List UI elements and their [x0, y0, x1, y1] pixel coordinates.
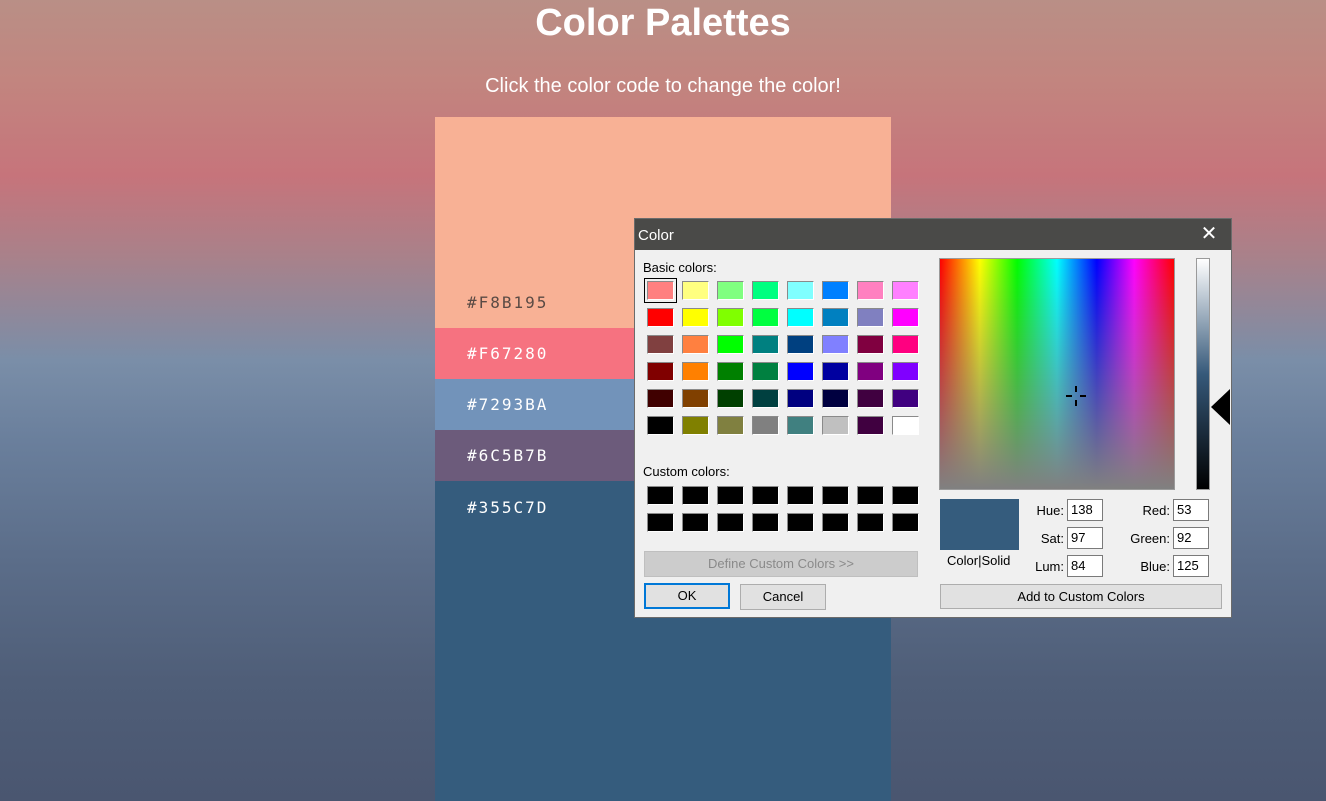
- color-code-3[interactable]: #7293BA: [467, 395, 548, 414]
- custom-color-cell[interactable]: [892, 486, 919, 505]
- custom-color-cell[interactable]: [857, 513, 884, 532]
- custom-color-cell[interactable]: [647, 486, 674, 505]
- color-code-2[interactable]: #F67280: [467, 344, 548, 363]
- basic-color-cell[interactable]: [752, 281, 779, 300]
- page-subtitle: Click the color code to change the color…: [485, 75, 841, 97]
- basic-color-cell[interactable]: [682, 362, 709, 381]
- basic-color-cell[interactable]: [787, 281, 814, 300]
- lum-input[interactable]: 84: [1067, 555, 1103, 577]
- custom-color-cell[interactable]: [822, 513, 849, 532]
- basic-color-cell[interactable]: [822, 281, 849, 300]
- basic-color-cell[interactable]: [647, 335, 674, 354]
- basic-color-cell[interactable]: [752, 389, 779, 408]
- basic-color-cell[interactable]: [647, 389, 674, 408]
- dialog-titlebar[interactable]: Color ✕: [635, 219, 1231, 250]
- basic-color-cell[interactable]: [752, 308, 779, 327]
- luminance-arrow-icon[interactable]: [1211, 389, 1230, 425]
- basic-color-cell[interactable]: [822, 416, 849, 435]
- basic-color-cell[interactable]: [787, 362, 814, 381]
- blue-label: Blue:: [1140, 559, 1170, 574]
- basic-color-cell[interactable]: [682, 416, 709, 435]
- custom-color-cell[interactable]: [647, 513, 674, 532]
- close-icon[interactable]: ✕: [1187, 219, 1231, 250]
- sat-input[interactable]: 97: [1067, 527, 1103, 549]
- custom-color-cell[interactable]: [892, 513, 919, 532]
- custom-color-cell[interactable]: [682, 486, 709, 505]
- cancel-button[interactable]: Cancel: [740, 584, 826, 610]
- basic-color-cell[interactable]: [892, 416, 919, 435]
- basic-color-cell[interactable]: [857, 335, 884, 354]
- basic-color-cell[interactable]: [682, 308, 709, 327]
- basic-color-cell[interactable]: [717, 335, 744, 354]
- basic-color-cell[interactable]: [682, 281, 709, 300]
- red-label: Red:: [1142, 503, 1170, 518]
- basic-color-cell[interactable]: [857, 362, 884, 381]
- basic-colors-label: Basic colors:: [643, 260, 717, 275]
- custom-color-cell[interactable]: [682, 513, 709, 532]
- basic-color-cell[interactable]: [717, 362, 744, 381]
- basic-color-cell[interactable]: [717, 416, 744, 435]
- color-code-1[interactable]: #F8B195: [467, 293, 548, 312]
- basic-color-cell[interactable]: [787, 416, 814, 435]
- lum-label: Lum:: [1035, 559, 1064, 574]
- dialog-title: Color: [638, 227, 674, 244]
- color-preview: [940, 499, 1019, 550]
- basic-color-cell[interactable]: [892, 308, 919, 327]
- custom-color-cell[interactable]: [717, 513, 744, 532]
- basic-color-cell[interactable]: [857, 416, 884, 435]
- basic-color-cell[interactable]: [857, 308, 884, 327]
- basic-color-cell[interactable]: [787, 389, 814, 408]
- basic-color-cell[interactable]: [892, 335, 919, 354]
- basic-color-cell[interactable]: [822, 335, 849, 354]
- basic-color-cell[interactable]: [822, 362, 849, 381]
- custom-color-cell[interactable]: [822, 486, 849, 505]
- basic-color-cell[interactable]: [682, 389, 709, 408]
- custom-color-cell[interactable]: [857, 486, 884, 505]
- basic-color-cell[interactable]: [857, 389, 884, 408]
- basic-color-cell[interactable]: [717, 308, 744, 327]
- custom-color-cell[interactable]: [787, 513, 814, 532]
- green-input[interactable]: 92: [1173, 527, 1209, 549]
- basic-color-cell[interactable]: [647, 416, 674, 435]
- basic-color-cell[interactable]: [717, 389, 744, 408]
- basic-color-cell[interactable]: [822, 308, 849, 327]
- define-custom-colors-button[interactable]: Define Custom Colors >>: [644, 551, 918, 577]
- basic-color-cell[interactable]: [682, 335, 709, 354]
- basic-color-cell[interactable]: [752, 335, 779, 354]
- basic-color-cell[interactable]: [752, 362, 779, 381]
- blue-input[interactable]: 125: [1173, 555, 1209, 577]
- add-to-custom-colors-button[interactable]: Add to Custom Colors: [940, 584, 1222, 609]
- basic-color-cell[interactable]: [647, 308, 674, 327]
- sat-label: Sat:: [1040, 531, 1064, 546]
- hue-label: Hue:: [1036, 503, 1064, 518]
- basic-color-cell[interactable]: [647, 362, 674, 381]
- basic-color-cell[interactable]: [787, 308, 814, 327]
- red-input[interactable]: 53: [1173, 499, 1209, 521]
- custom-color-cell[interactable]: [752, 486, 779, 505]
- custom-color-cell[interactable]: [787, 486, 814, 505]
- color-dialog: Color ✕ Basic colors: Custom colors: Def…: [634, 218, 1232, 618]
- basic-color-cell[interactable]: [752, 416, 779, 435]
- basic-color-cell[interactable]: [857, 281, 884, 300]
- color-solid-label: Color|Solid: [947, 553, 1011, 568]
- spectrum-crosshair-icon[interactable]: [1066, 386, 1086, 406]
- custom-colors-label: Custom colors:: [643, 464, 730, 479]
- basic-color-cell[interactable]: [892, 389, 919, 408]
- color-code-4[interactable]: #6C5B7B: [467, 446, 548, 465]
- basic-color-cell[interactable]: [787, 335, 814, 354]
- basic-color-cell[interactable]: [644, 278, 677, 303]
- custom-color-cell[interactable]: [717, 486, 744, 505]
- basic-color-cell[interactable]: [892, 362, 919, 381]
- basic-color-cell[interactable]: [717, 281, 744, 300]
- custom-color-cell[interactable]: [752, 513, 779, 532]
- green-label: Green:: [1130, 531, 1170, 546]
- color-code-5[interactable]: #355C7D: [467, 498, 548, 517]
- ok-button[interactable]: OK: [644, 583, 730, 609]
- luminance-slider[interactable]: [1196, 258, 1210, 490]
- basic-color-cell[interactable]: [892, 281, 919, 300]
- page-title: Color Palettes: [535, 2, 791, 44]
- basic-color-cell[interactable]: [822, 389, 849, 408]
- hue-saturation-spectrum[interactable]: [939, 258, 1175, 490]
- hue-input[interactable]: 138: [1067, 499, 1103, 521]
